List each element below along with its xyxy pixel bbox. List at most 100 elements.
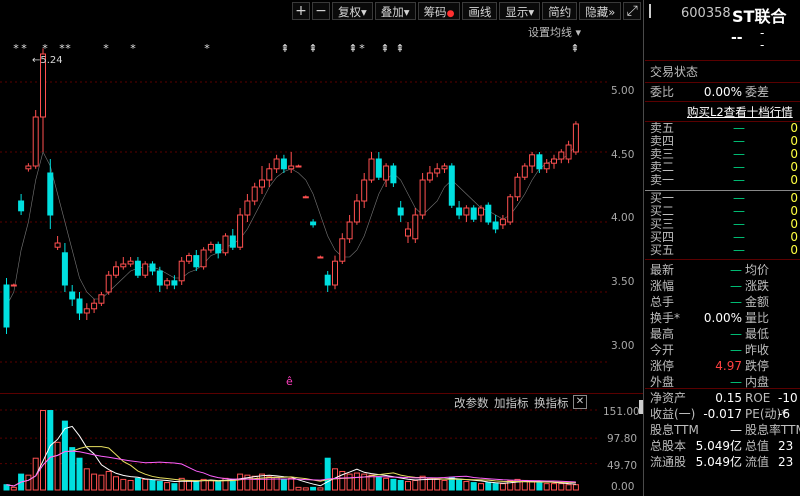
simple-button[interactable]: 简约	[542, 2, 578, 20]
candle	[76, 298, 83, 314]
candle	[25, 165, 32, 170]
candle	[91, 302, 98, 310]
event-star-marker: *	[359, 42, 365, 55]
candle	[412, 214, 419, 240]
event-marker-icon[interactable]: ê	[286, 375, 293, 388]
price-tick: 3.00	[611, 340, 635, 352]
quote-row: 换手* 0.00% 量比	[650, 311, 770, 325]
volume-bar	[193, 481, 200, 491]
candle	[178, 260, 185, 282]
quote-row: 涨幅 — 涨跌	[650, 279, 770, 293]
candle	[10, 284, 17, 287]
candle	[551, 158, 557, 164]
candle	[259, 179, 265, 188]
volume-bar	[317, 487, 324, 491]
kline-chart[interactable]: * * * * * * * * ⇞ ⇞ ⇞ * ⇞ ⇞ ⇞	[0, 0, 645, 496]
volume-bar	[134, 477, 141, 491]
overlay-button[interactable]: 叠加▾	[374, 2, 416, 20]
candle	[572, 123, 579, 153]
close-indicator-icon[interactable]: ✕	[573, 395, 587, 409]
zoom-out-button[interactable]: −	[312, 2, 330, 20]
candle	[426, 172, 433, 181]
hide-button[interactable]: 隐藏»	[579, 2, 622, 20]
candle	[492, 221, 499, 230]
event-star-marker: *	[204, 42, 210, 55]
candle	[280, 158, 287, 170]
quote-row: 总手 — 金额	[650, 295, 770, 309]
volume-bar	[171, 483, 178, 491]
candle	[368, 158, 375, 181]
volume-bar	[478, 483, 484, 491]
collapse-icon[interactable]	[649, 4, 659, 18]
candle	[222, 235, 229, 254]
candle	[448, 165, 455, 206]
candle	[98, 294, 105, 304]
max-price-label: ←5.24	[32, 55, 63, 66]
fundamental-row: 流通股 5.049亿 流值 23	[650, 455, 794, 469]
volume-bar	[83, 468, 90, 491]
volume-bar	[69, 447, 76, 491]
candle	[164, 280, 171, 286]
candles	[3, 48, 579, 334]
event-star-marker: *	[65, 42, 71, 55]
volume-bar	[463, 481, 470, 491]
volume-bar	[98, 474, 105, 491]
quote-row: 涨停 4.97 跌停	[650, 359, 770, 373]
candle	[353, 200, 360, 223]
candle	[346, 221, 353, 240]
volume-bar	[25, 474, 32, 491]
candle	[324, 274, 331, 286]
change-pct: -	[760, 38, 765, 52]
candle	[456, 207, 463, 216]
volume-bar	[572, 484, 579, 491]
event-markers: * * * * * * * * ⇞ ⇞ ⇞ * ⇞ ⇞ ⇞	[13, 42, 579, 55]
fundamental-row: 净资产 0.15 ROE -10	[650, 391, 798, 405]
divider	[0, 393, 643, 394]
switch-indicator-button[interactable]: 换指标	[534, 395, 569, 411]
volume-bar	[10, 486, 17, 491]
event-star-marker: *	[42, 42, 48, 55]
volume-bar	[207, 479, 214, 491]
add-indicator-button[interactable]: 加指标	[494, 395, 529, 411]
draw-line-button[interactable]: 画线	[462, 2, 498, 20]
event-star-marker: ⇞	[308, 42, 317, 55]
fuquan-button[interactable]: 复权▾	[332, 2, 373, 20]
volume-bar	[551, 483, 557, 491]
splitter-handle[interactable]	[639, 400, 643, 414]
candle	[193, 255, 200, 268]
candle	[186, 255, 192, 262]
volume-bar	[405, 481, 411, 491]
candle	[83, 308, 90, 314]
candle	[215, 243, 222, 254]
candle	[485, 204, 492, 223]
candle	[317, 256, 324, 259]
candle	[156, 270, 163, 286]
candle	[200, 249, 207, 268]
volume-bar	[499, 483, 506, 491]
ma-setting-button[interactable]: 设置均线 ▾	[528, 24, 581, 40]
price-tick: 5.00	[611, 85, 635, 97]
buy-l2-link[interactable]: 购买L2查看十档行情	[687, 104, 793, 120]
quote-row: 外盘 — 内盘	[650, 375, 770, 389]
expand-icon[interactable]: ⤢	[623, 2, 642, 20]
zoom-in-button[interactable]: +	[292, 2, 310, 20]
volume-bar	[565, 484, 572, 491]
candle	[171, 280, 178, 286]
candle	[207, 243, 214, 251]
volume-tick: 151.00	[603, 406, 640, 418]
volume-bar	[237, 473, 244, 491]
volume-bar	[434, 478, 441, 491]
candle	[514, 176, 521, 198]
candle	[361, 179, 368, 202]
volume-bar	[215, 481, 222, 491]
volume-bar	[383, 477, 390, 491]
quote-row: 最高 — 最低	[650, 327, 770, 341]
chip-button[interactable]: 筹码●	[417, 2, 461, 20]
adjust-params-button[interactable]: 改参数	[454, 395, 489, 411]
volume-bar	[390, 478, 397, 491]
event-star-marker: *	[130, 42, 136, 55]
volume-bar	[295, 486, 302, 491]
volume-bar	[54, 441, 61, 491]
display-button[interactable]: 显示▾	[499, 2, 541, 20]
quote-row: 今开 — 昨收	[650, 343, 770, 357]
